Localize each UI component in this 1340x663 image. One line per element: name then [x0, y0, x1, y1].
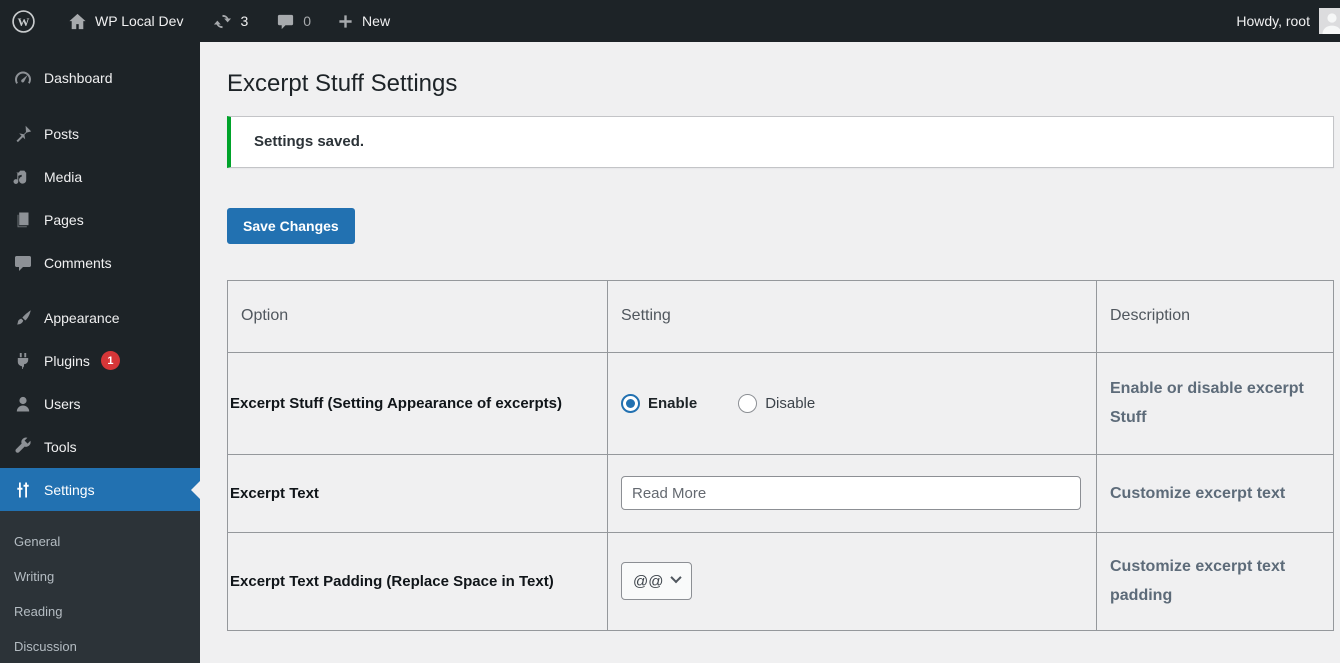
submenu-item-general[interactable]: General	[0, 524, 200, 559]
sidebar-item-plugins[interactable]: Plugins 1	[0, 339, 200, 382]
radio-disable[interactable]	[738, 393, 758, 413]
admin-sidebar: Dashboard Posts Media Pages Comments App…	[0, 42, 200, 663]
dashboard-icon	[13, 68, 33, 88]
sidebar-item-label: Dashboard	[44, 70, 113, 86]
padding-select[interactable]: @@	[621, 562, 693, 601]
pin-icon	[13, 124, 33, 144]
sidebar-item-comments[interactable]: Comments	[0, 241, 200, 284]
plugins-update-badge: 1	[100, 351, 120, 370]
sidebar-item-settings[interactable]: Settings	[0, 468, 200, 511]
new-label: New	[362, 13, 391, 29]
comments-count: 0	[303, 13, 312, 29]
sidebar-item-label: Users	[44, 395, 81, 412]
chevron-down-icon	[670, 572, 683, 584]
appearance-icon	[13, 308, 33, 328]
submenu-label: Reading	[14, 604, 63, 619]
sidebar-item-posts[interactable]: Posts	[0, 112, 200, 155]
column-header-setting: Setting	[607, 279, 1097, 353]
column-header-description: Description	[1096, 279, 1334, 353]
sidebar-item-label: Posts	[44, 125, 80, 142]
svg-text:W: W	[18, 14, 30, 28]
new-content-button[interactable]: New	[326, 0, 401, 42]
media-icon	[13, 167, 33, 187]
submenu-label: Writing	[14, 569, 55, 584]
admin-bar: W WP Local Dev 3 0 New Howdy, root	[0, 0, 1340, 42]
comments-indicator[interactable]: 0	[265, 0, 322, 42]
tools-icon	[13, 437, 33, 457]
users-icon	[13, 394, 33, 414]
settings-icon	[13, 480, 33, 500]
settings-submenu: General Writing Reading Discussion	[0, 511, 200, 663]
sidebar-item-appearance[interactable]: Appearance	[0, 296, 200, 339]
option-description: Customize excerpt text padding	[1096, 531, 1334, 631]
table-header-row: Option Setting Description	[227, 279, 1334, 353]
option-description: Customize excerpt text	[1096, 453, 1334, 533]
option-label: Excerpt Stuff (Setting Appearance of exc…	[227, 351, 608, 455]
option-description: Enable or disable excerpt Stuff	[1096, 351, 1334, 455]
submenu-label: General	[14, 534, 61, 549]
selected-value: @@	[633, 572, 664, 590]
site-name: WP Local Dev	[95, 13, 184, 29]
save-changes-button[interactable]: Save Changes	[227, 207, 355, 244]
table-row: Excerpt Text Padding (Replace Space in T…	[227, 531, 1334, 631]
sidebar-item-pages[interactable]: Pages	[0, 198, 200, 241]
user-avatar[interactable]	[1319, 8, 1340, 34]
submenu-item-writing[interactable]: Writing	[0, 559, 200, 594]
radio-label: Enable	[648, 394, 698, 412]
sidebar-item-label: Tools	[44, 438, 77, 455]
sidebar-item-label: Media	[44, 168, 83, 185]
notice-text: Settings saved.	[254, 133, 365, 151]
sidebar-item-dashboard[interactable]: Dashboard	[0, 56, 200, 100]
sidebar-item-tools[interactable]: Tools	[0, 425, 200, 468]
updates-icon	[213, 12, 232, 31]
submenu-item-reading[interactable]: Reading	[0, 594, 200, 629]
submenu-item-discussion[interactable]: Discussion	[0, 629, 200, 663]
wordpress-logo-icon: W	[11, 9, 36, 34]
option-label: Excerpt Text	[227, 453, 608, 533]
sidebar-item-media[interactable]: Media	[0, 155, 200, 198]
site-link[interactable]: WP Local Dev	[57, 0, 194, 42]
table-row: Excerpt Text Customize excerpt text	[227, 453, 1334, 533]
page-title: Excerpt Stuff Settings	[227, 70, 458, 97]
updates-indicator[interactable]: 3	[202, 0, 259, 42]
plugins-icon	[13, 351, 33, 371]
sidebar-item-label: Settings	[44, 481, 95, 498]
sidebar-item-label: Plugins	[44, 352, 90, 369]
plus-icon	[337, 13, 354, 30]
column-header-option: Option	[227, 279, 608, 353]
sidebar-item-label: Appearance	[44, 309, 120, 326]
updates-count: 3	[240, 13, 249, 29]
comment-bubble-icon	[276, 12, 295, 31]
sidebar-item-label: Pages	[44, 211, 84, 228]
sidebar-item-users[interactable]: Users	[0, 382, 200, 425]
comments-icon	[13, 253, 33, 273]
excerpt-text-input[interactable]	[621, 476, 1081, 511]
home-icon	[68, 12, 87, 31]
enable-disable-radio-group: Enable Disable	[621, 393, 1083, 413]
disable-radio-option[interactable]: Disable	[738, 393, 816, 413]
pages-icon	[13, 210, 33, 230]
submenu-label: Discussion	[14, 639, 77, 654]
option-label: Excerpt Text Padding (Replace Space in T…	[227, 531, 608, 631]
settings-table: Option Setting Description Excerpt Stuff…	[227, 279, 1334, 631]
wordpress-menu[interactable]: W	[0, 0, 47, 42]
howdy-text[interactable]: Howdy, root	[1236, 13, 1310, 29]
main-content: Excerpt Stuff Settings Settings saved. S…	[200, 42, 1340, 663]
radio-label: Disable	[765, 394, 816, 412]
sidebar-item-label: Comments	[44, 254, 112, 271]
settings-saved-notice: Settings saved.	[227, 115, 1334, 168]
enable-radio-option[interactable]: Enable	[621, 393, 698, 413]
radio-enable[interactable]	[621, 393, 640, 413]
table-row: Excerpt Stuff (Setting Appearance of exc…	[227, 351, 1334, 455]
active-item-arrow-icon	[191, 480, 200, 499]
